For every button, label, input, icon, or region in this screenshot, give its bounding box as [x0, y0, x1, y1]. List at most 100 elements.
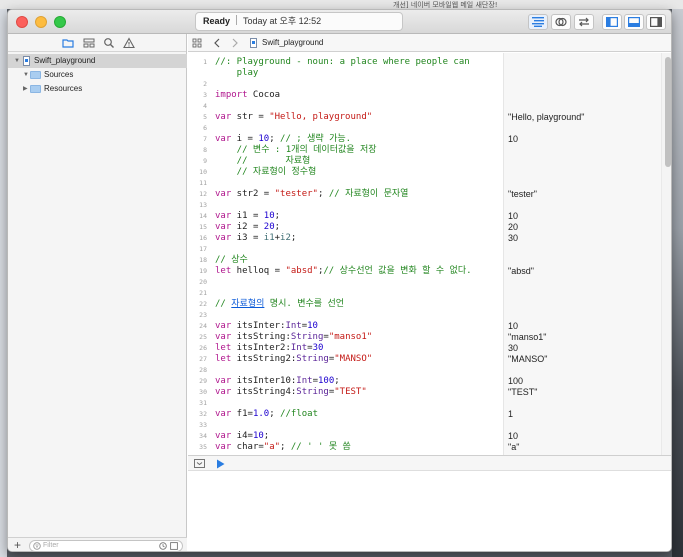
result-value[interactable]: "absd": [508, 266, 534, 277]
disclosure-collapsed-icon[interactable]: ▶: [23, 82, 28, 96]
disclosure-expanded-icon[interactable]: ▼: [23, 68, 29, 82]
code-line[interactable]: 3 import Cocoa: [188, 90, 661, 101]
code-line[interactable]: 28: [188, 365, 661, 376]
zoom-window-button[interactable]: [54, 16, 66, 28]
code-line[interactable]: 12 var str2 = "tester"; // 자료형이 문자열 "teste…: [188, 189, 661, 200]
result-value[interactable]: "MANSO": [508, 354, 547, 365]
title-bar: Ready Today at 오후 12:52: [8, 10, 671, 34]
scrollbar-thumb[interactable]: [665, 57, 671, 167]
code-token: "TEST": [334, 387, 367, 397]
code-line[interactable]: 18 // 상수: [188, 255, 661, 266]
code-area[interactable]: 1 //: Playground - noun: a place where pe…: [188, 53, 671, 455]
code-token: Int: [290, 343, 308, 353]
result-value[interactable]: "Hello, playground": [508, 112, 584, 123]
code-line[interactable]: 1 //: Playground - noun: a place where pe…: [188, 57, 661, 68]
result-value[interactable]: 30: [508, 233, 518, 244]
code-line[interactable]: 8 // 변수 : 1개의 데이터값을 저장: [188, 145, 661, 156]
code-token: ;: [269, 409, 281, 419]
toggle-navigator-button[interactable]: [602, 14, 622, 30]
result-value[interactable]: 1: [508, 409, 513, 420]
code-line[interactable]: 13: [188, 200, 661, 211]
code-line[interactable]: 24 var itsInter:Int=10 10: [188, 321, 661, 332]
result-value[interactable]: 100: [508, 376, 523, 387]
code-line[interactable]: 21: [188, 288, 661, 299]
code-line[interactable]: play: [188, 68, 661, 79]
symbol-navigator-tab[interactable]: [83, 37, 95, 49]
code-line[interactable]: 23: [188, 310, 661, 321]
code-line[interactable]: 4: [188, 101, 661, 112]
code-line[interactable]: 26 let itsInter2:Int=30 30: [188, 343, 661, 354]
code-text: var itsString4:String="TEST": [215, 387, 367, 398]
code-token: // 상수선언 값을 변화 할 수 없다.: [323, 266, 472, 276]
disclosure-expanded-icon[interactable]: ▼: [14, 54, 20, 68]
result-value[interactable]: 30: [508, 343, 518, 354]
version-editor-button[interactable]: [574, 14, 594, 30]
minimize-window-button[interactable]: [35, 16, 47, 28]
code-token: String: [296, 387, 329, 397]
result-value[interactable]: 20: [508, 222, 518, 233]
code-token: var: [215, 431, 232, 441]
code-line[interactable]: 6: [188, 123, 661, 134]
code-line[interactable]: 10 // 자료형이 정수형: [188, 167, 661, 178]
filter-input[interactable]: Filter: [29, 540, 183, 551]
code-line[interactable]: 25 var itsString:String="manso1" "manso1": [188, 332, 661, 343]
code-line[interactable]: 33: [188, 420, 661, 431]
line-number: 30: [199, 388, 207, 396]
code-line[interactable]: 32 var f1=1.0; //float 1: [188, 409, 661, 420]
code-line[interactable]: 19 let helloq = "absd";// 상수선언 값을 변화 할 수 …: [188, 266, 661, 277]
code-line[interactable]: 34 var i4=10; 10: [188, 431, 661, 442]
line-number: 11: [199, 179, 207, 187]
result-value[interactable]: "a": [508, 442, 519, 453]
code-token[interactable]: 자료형의: [231, 299, 264, 309]
code-line[interactable]: 27 let itsString2:String="MANSO" "MANSO": [188, 354, 661, 365]
result-value[interactable]: "manso1": [508, 332, 546, 343]
code-line[interactable]: 5 var str = "Hello, playground" "Hello, pl…: [188, 112, 661, 123]
result-value[interactable]: 10: [508, 431, 518, 442]
console-output[interactable]: [188, 471, 671, 551]
result-value[interactable]: "TEST": [508, 387, 537, 398]
code-line[interactable]: 14 var i1 = 10; 10: [188, 211, 661, 222]
code-token: var: [215, 409, 232, 419]
tree-item-sources[interactable]: ▼ Sources: [8, 68, 187, 82]
code-line[interactable]: 16 var i3 = i1+i2; 30: [188, 233, 661, 244]
result-value[interactable]: 10: [508, 134, 518, 145]
toggle-utilities-button[interactable]: [646, 14, 666, 30]
code-line[interactable]: 9 // 자료형: [188, 156, 661, 167]
line-number: 21: [199, 289, 207, 297]
chevron-right-icon: [232, 38, 238, 48]
project-navigator-tab[interactable]: [62, 37, 74, 49]
standard-editor-button[interactable]: [528, 14, 548, 30]
tree-item-label: Resources: [44, 84, 83, 93]
project-row[interactable]: ▼ Swift_playground: [8, 54, 187, 68]
navigator-panel-icon: [606, 17, 618, 27]
find-navigator-tab[interactable]: [103, 37, 115, 49]
code-line[interactable]: 22 // 자료형의 명시. 변수를 선언: [188, 299, 661, 310]
code-line[interactable]: 29 var itsInter10:Int=100; 100: [188, 376, 661, 387]
code-line[interactable]: 17: [188, 244, 661, 255]
code-line[interactable]: 2: [188, 79, 661, 90]
code-line[interactable]: 15 var i2 = 20; 20: [188, 222, 661, 233]
jump-bar-file[interactable]: Swift_playground: [262, 34, 323, 52]
recent-files-icon[interactable]: [159, 542, 167, 550]
code-line[interactable]: 11: [188, 178, 661, 189]
hide-debug-area-button[interactable]: [194, 459, 205, 471]
code-line[interactable]: 35 var char="a"; // ' ' 못 씀 "a": [188, 442, 661, 453]
code-line[interactable]: 7 var i = 10; // ; 생략 가능. 10: [188, 134, 661, 145]
scm-status-icon[interactable]: [170, 542, 178, 550]
assistant-editor-button[interactable]: [551, 14, 571, 30]
tree-item-resources[interactable]: ▶ Resources: [8, 82, 187, 96]
result-value[interactable]: 10: [508, 321, 518, 332]
result-value[interactable]: 10: [508, 211, 518, 222]
add-file-button[interactable]: +: [14, 538, 21, 551]
issue-navigator-tab[interactable]: [123, 37, 135, 49]
code-text: // 자료형의 명시. 변수를 선언: [215, 299, 344, 310]
code-line[interactable]: 30 var itsString4:String="TEST" "TEST": [188, 387, 661, 398]
toggle-debug-area-button[interactable]: [624, 14, 644, 30]
search-icon: [104, 38, 114, 48]
code-line[interactable]: 31: [188, 398, 661, 409]
code-token: var: [215, 442, 232, 452]
close-window-button[interactable]: [16, 16, 28, 28]
line-number: 33: [199, 421, 207, 429]
result-value[interactable]: "tester": [508, 189, 537, 200]
code-line[interactable]: 20: [188, 277, 661, 288]
